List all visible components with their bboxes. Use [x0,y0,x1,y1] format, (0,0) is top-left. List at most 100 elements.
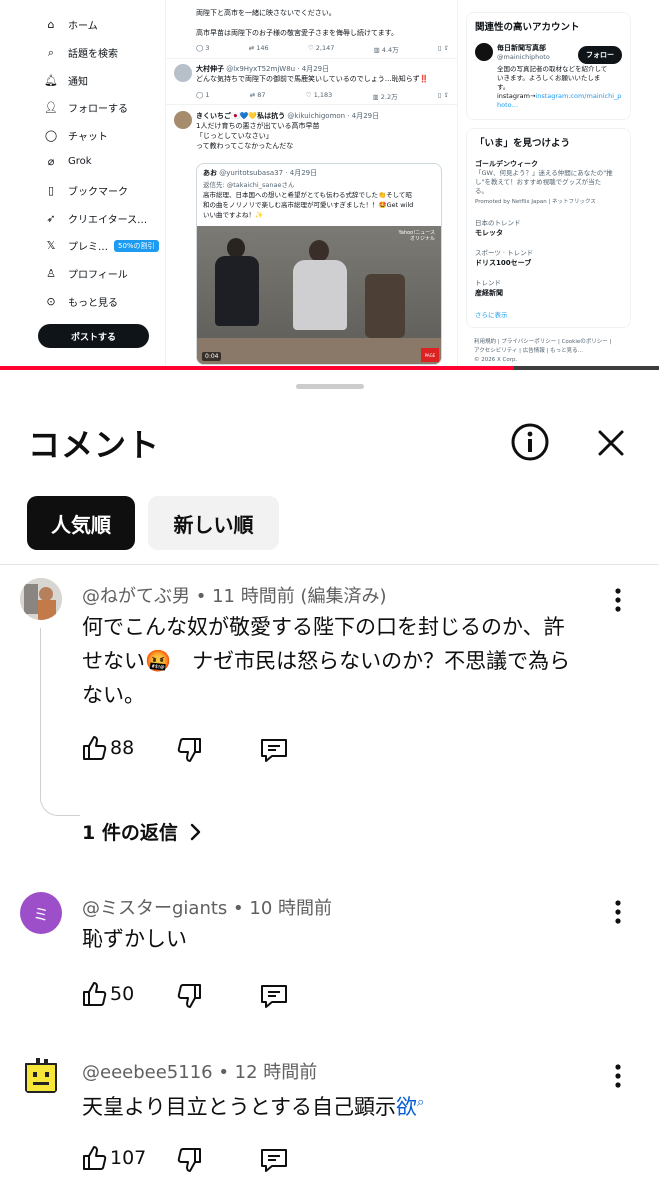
comment-author[interactable]: @ミスターgiants [82,898,227,919]
account-avatar[interactable] [475,43,493,61]
x-post-text: 1人だけ育ちの悪さが出ている高市早苗 [196,122,320,130]
reply-icon[interactable] [259,736,289,764]
trend-title[interactable]: ゴールデンウィーク [475,159,538,169]
like-count: 88 [110,737,135,759]
comments-title: コメント [28,426,161,464]
view-count-value: 2.2万 [380,93,398,101]
footer-links[interactable]: アクセシビリティ | 広告情報 | もっと見る… [474,347,583,356]
account-bio: す。 [497,83,510,91]
close-icon[interactable] [592,424,630,462]
like-count: 107 [110,1147,147,1169]
sort-newest-chip[interactable]: 新しい順 [148,496,279,550]
reply-count[interactable]: ◯ 3 [196,44,209,54]
reply-icon[interactable] [259,1146,289,1174]
bookmark-share-icons[interactable]: ▯ ⇪ [438,44,449,54]
footer-links[interactable]: 利用規約 | プライバシーポリシー | Cookieのポリシー | [474,338,611,347]
like-button[interactable]: 107 [80,1144,146,1172]
comment-meta: @ミスターgiants • 10 時間前 [82,894,332,920]
view-replies-button[interactable]: 1 件の返信 [82,818,206,845]
thumbs-down-icon[interactable] [176,1146,204,1174]
quote-text: 高市総理、日本国への想いと希望がとても伝わる式辞でした👏そして昭 [203,191,412,199]
account-bio-link[interactable]: hoto… [497,101,518,110]
x-post-header: きくいちご🇯🇵💙💛私は抗う @kikuichigomon · 4月29日 [196,111,449,121]
x-nav-chat[interactable]: ◯ チャット [44,128,108,143]
trend-name[interactable]: ドリス100セーブ [475,258,531,268]
x-author-handle: @lx9HyxT52mjW8u · 4月29日 [226,65,330,73]
comment-time: • 11 時間前 (編集済み) [195,586,387,607]
person-center-body [293,260,347,330]
x-post-text: 高市早苗は両陛下のお子様の敬宮愛子さまを侮辱し続けてます。 [196,29,398,37]
thumbs-up-icon [83,982,107,1006]
like-count[interactable]: ♡ 1,183 [306,91,333,101]
trend-description: る。 [475,187,488,195]
discount-badge: 50%の割引 [114,239,159,252]
comment-time: • 12 時間前 [218,1062,318,1083]
x-nav-follow[interactable]: 👤︎ フォローする [44,100,128,115]
x-nav-label: 話題を検索 [68,49,118,60]
person-left-body [215,256,259,326]
like-count[interactable]: ♡ 2,147 [308,44,335,54]
x-post-button[interactable]: ポストする [38,324,149,348]
thumbs-down-icon[interactable] [176,736,204,764]
account-bio-link-line: instagram→instagram.com/mainichi_p [497,92,621,101]
x-author-name: 大村伸子 [196,65,224,73]
more-vert-icon[interactable] [606,898,630,926]
bookmark-share-icons[interactable]: ▯ ⇪ [438,91,449,101]
quoted-post[interactable]: あお @yuritotsubasa37 · 4月29日 返信先: @takaic… [196,163,442,365]
divider [166,104,457,105]
follow-button[interactable]: フォロー [578,46,622,64]
x-nav-label: プロフィール [68,270,128,281]
trend-name[interactable]: 産経新聞 [475,288,503,298]
info-icon[interactable] [510,422,550,462]
sort-popular-chip[interactable]: 人気順 [27,496,135,550]
avatar[interactable] [20,1056,62,1098]
x-nav-grok[interactable]: ⌀ Grok [44,155,92,168]
x-nav-label: 通知 [68,77,88,88]
news-logo: Yahoo!ニュース オリジナル [399,230,435,242]
more-vert-icon[interactable] [606,1062,630,1090]
x-nav-notifications[interactable]: 🔔︎ 通知 [44,73,88,88]
home-icon: ⌂ [47,18,55,31]
avatar-photo-icon [20,578,62,620]
x-nav-premium[interactable]: 𝕏 プレミ… 50%の割引 [44,238,159,253]
view-count[interactable]: ▥ 4.4万 [374,44,399,54]
view-count[interactable]: ▥ 2.2万 [373,91,398,101]
comment-meta: @ねがてぶ男 • 11 時間前 (編集済み) [82,582,386,608]
x-post-text: って教わってこなかったんだな [196,142,294,150]
x-nav-explore[interactable]: ⌕ 話題を検索 [44,45,118,61]
repost-count[interactable]: ⇄ 146 [249,44,269,54]
account-bio-link[interactable]: instagram.com/mainichi_p [535,92,621,100]
x-nav-home[interactable]: ⌂ ホーム [44,17,98,32]
trend-name[interactable]: モレッタ [475,228,503,238]
more-vert-icon[interactable] [606,586,630,614]
x-nav-more[interactable]: ⊙ もっと見る [44,294,118,309]
like-button[interactable]: 88 [80,734,134,762]
avatar[interactable]: ミ [20,892,62,934]
x-nav-label: ブックマーク [68,187,128,198]
thumbs-down-icon[interactable] [176,982,204,1010]
related-accounts-card: 関連性の高いアカウント 毎日新聞写真部 @mainichiphoto フォロー … [466,12,631,120]
video-thumbnail[interactable]: Yahoo!ニュース オリジナル 0:04 PAGE [197,226,441,364]
avatar[interactable] [174,111,192,129]
repost-count[interactable]: ⇄ 87 [250,91,266,101]
avatar[interactable] [20,578,62,620]
comment-author[interactable]: @ねがてぶ男 [82,586,190,607]
person-center-head [309,240,329,262]
x-feed: 両陛下と高市を一緒に映さないでください。 高市早苗は両陛下のお子様の敬宮愛子さま… [166,0,458,368]
reply-icon[interactable] [259,982,289,1010]
x-nav-bookmarks[interactable]: ▯ ブックマーク [44,183,128,198]
x-nav-label: ホーム [68,21,98,32]
drag-handle[interactable] [296,384,364,389]
like-count-value: 2,147 [315,44,335,52]
avatar[interactable] [174,64,192,82]
x-nav-creator-studio[interactable]: ➶ クリエイタース… [44,211,147,226]
search-link-word[interactable]: 欲 [396,1095,417,1119]
x-nav-profile[interactable]: ♙ プロフィール [44,266,128,281]
reply-count[interactable]: ◯ 1 [196,91,209,101]
account-name[interactable]: 毎日新聞写真部 [497,43,546,53]
search-icon[interactable]: ⌕ [417,1095,424,1110]
video-player[interactable]: ⌂ ホーム ⌕ 話題を検索 🔔︎ 通知 👤︎ フォローする ◯ チャット ⌀ Grok ▯ ブ… [0,0,659,368]
show-more-link[interactable]: さらに表示 [475,311,508,320]
like-button[interactable]: 50 [80,980,134,1008]
comment-author[interactable]: @eeebee5116 [82,1062,213,1083]
